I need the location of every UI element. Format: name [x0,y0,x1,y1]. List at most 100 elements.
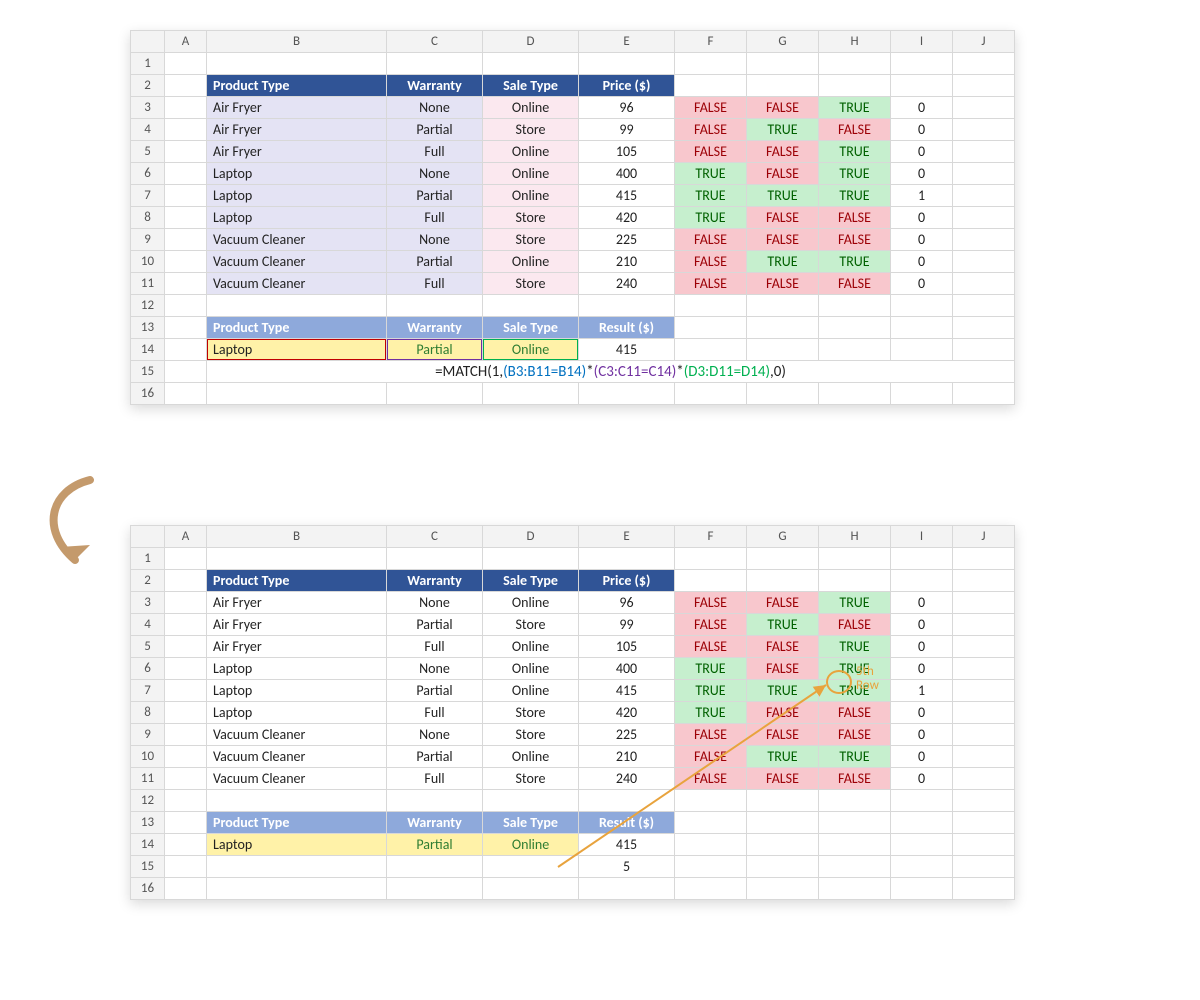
cell-H-7[interactable]: TRUE [819,680,891,702]
row-header-12[interactable]: 12 [131,790,165,812]
row-header-9[interactable]: 9 [131,229,165,251]
header-product[interactable]: Product Type [207,570,387,592]
cell-product-3[interactable]: Air Fryer [207,592,387,614]
column-header-C[interactable]: C [387,526,483,548]
cell-A16[interactable] [165,878,207,900]
cell-J5[interactable] [953,636,1015,658]
cell-sale-3[interactable]: Online [483,97,579,119]
cell-sale-6[interactable]: Online [483,658,579,680]
criteria-header-warranty[interactable]: Warranty [387,812,483,834]
cell-F-5[interactable]: FALSE [675,141,747,163]
cell-F2[interactable] [675,75,747,97]
column-header-D[interactable]: D [483,31,579,53]
cell-H13[interactable] [819,317,891,339]
row-header-4[interactable]: 4 [131,614,165,636]
cell-F-8[interactable]: TRUE [675,702,747,724]
cell-C12[interactable] [387,295,483,317]
cell-G-4[interactable]: TRUE [747,119,819,141]
cell-G14[interactable] [747,834,819,856]
header-warranty[interactable]: Warranty [387,75,483,97]
cell-H-3[interactable]: TRUE [819,97,891,119]
cell-G2[interactable] [747,75,819,97]
cell-C12[interactable] [387,790,483,812]
cell-G-9[interactable]: FALSE [747,724,819,746]
cell-D15[interactable] [483,856,579,878]
cell-I12[interactable] [891,790,953,812]
cell-B16[interactable] [207,878,387,900]
cell-C16[interactable] [387,383,483,405]
cell-J2[interactable] [953,75,1015,97]
cell-D1[interactable] [483,53,579,75]
cell-warranty-9[interactable]: None [387,229,483,251]
row-header-3[interactable]: 3 [131,97,165,119]
cell-J3[interactable] [953,97,1015,119]
cell-I-8[interactable]: 0 [891,207,953,229]
header-sale[interactable]: Sale Type [483,75,579,97]
cell-price-10[interactable]: 210 [579,746,675,768]
column-header-F[interactable]: F [675,526,747,548]
cell-product-7[interactable]: Laptop [207,185,387,207]
cell-price-4[interactable]: 99 [579,614,675,636]
cell-price-10[interactable]: 210 [579,251,675,273]
row-header-8[interactable]: 8 [131,207,165,229]
cell-A12[interactable] [165,790,207,812]
cell-I-11[interactable]: 0 [891,273,953,295]
cell-price-6[interactable]: 400 [579,658,675,680]
cell-C1[interactable] [387,53,483,75]
cell-A4[interactable] [165,119,207,141]
cell-G13[interactable] [747,812,819,834]
cell-sale-8[interactable]: Store [483,207,579,229]
cell-product-5[interactable]: Air Fryer [207,141,387,163]
cell-warranty-4[interactable]: Partial [387,119,483,141]
cell-J16[interactable] [953,383,1015,405]
cell-G13[interactable] [747,317,819,339]
cell-D16[interactable] [483,878,579,900]
cell-price-6[interactable]: 400 [579,163,675,185]
cell-A12[interactable] [165,295,207,317]
cell-A10[interactable] [165,746,207,768]
cell-F12[interactable] [675,790,747,812]
cell-I-9[interactable]: 0 [891,229,953,251]
cell-warranty-7[interactable]: Partial [387,680,483,702]
cell-warranty-11[interactable]: Full [387,768,483,790]
cell-G-11[interactable]: FALSE [747,273,819,295]
cell-A14[interactable] [165,834,207,856]
cell-product-11[interactable]: Vacuum Cleaner [207,768,387,790]
column-header-J[interactable]: J [953,526,1015,548]
cell-warranty-3[interactable]: None [387,592,483,614]
column-header-A[interactable]: A [165,31,207,53]
cell-J14[interactable] [953,339,1015,361]
cell-H-9[interactable]: FALSE [819,229,891,251]
cell-J4[interactable] [953,119,1015,141]
cell-J1[interactable] [953,53,1015,75]
cell-J8[interactable] [953,702,1015,724]
row-header-4[interactable]: 4 [131,119,165,141]
cell-I-6[interactable]: 0 [891,658,953,680]
cell-warranty-9[interactable]: None [387,724,483,746]
cell-F-11[interactable]: FALSE [675,273,747,295]
cell-G2[interactable] [747,570,819,592]
column-header-H[interactable]: H [819,31,891,53]
cell-product-6[interactable]: Laptop [207,163,387,185]
cell-F-7[interactable]: TRUE [675,185,747,207]
column-header-J[interactable]: J [953,31,1015,53]
cell-A3[interactable] [165,592,207,614]
cell-F13[interactable] [675,317,747,339]
cell-B1[interactable] [207,548,387,570]
cell-A6[interactable] [165,163,207,185]
cell-J12[interactable] [953,790,1015,812]
row-header-6[interactable]: 6 [131,163,165,185]
cell-J13[interactable] [953,317,1015,339]
cell-product-10[interactable]: Vacuum Cleaner [207,746,387,768]
cell-product-9[interactable]: Vacuum Cleaner [207,724,387,746]
cell-warranty-10[interactable]: Partial [387,251,483,273]
cell-product-6[interactable]: Laptop [207,658,387,680]
cell-warranty-5[interactable]: Full [387,636,483,658]
cell-J10[interactable] [953,251,1015,273]
cell-G-5[interactable]: FALSE [747,141,819,163]
cell-H13[interactable] [819,812,891,834]
cell-sale-11[interactable]: Store [483,768,579,790]
cell-H1[interactable] [819,548,891,570]
cell-A2[interactable] [165,75,207,97]
row-header-9[interactable]: 9 [131,724,165,746]
